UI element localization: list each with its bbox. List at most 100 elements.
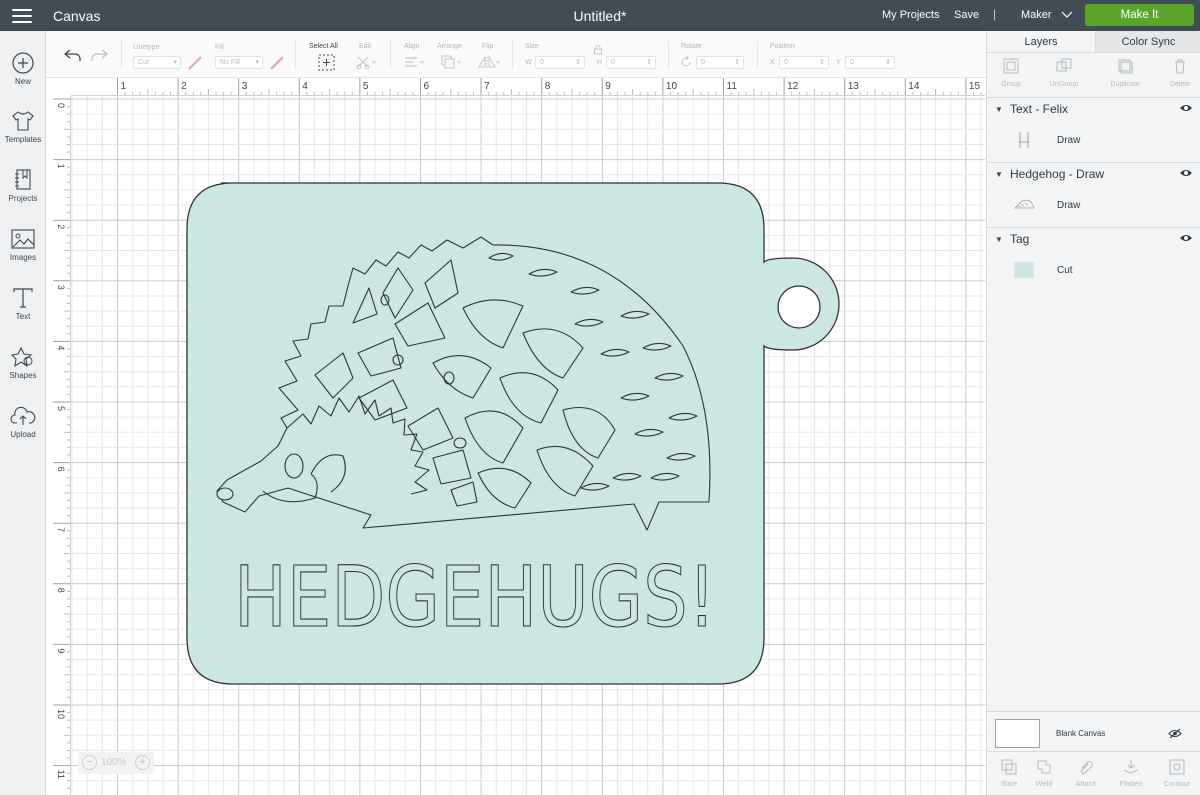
layer-group-text[interactable]: ▼ Text - Felix Draw [987, 99, 1200, 163]
machine-select[interactable]: Maker [1021, 9, 1073, 21]
nav-item-projects[interactable]: Projects [0, 168, 46, 203]
nav-item-label: New [14, 77, 31, 86]
align-icon[interactable] [404, 56, 426, 69]
ungroup-button[interactable]: UnGroup [1040, 57, 1088, 88]
eye-icon[interactable] [1179, 233, 1193, 243]
nav-item-upload[interactable]: Upload [0, 404, 46, 439]
ruler-tick-label: 1 [56, 164, 66, 169]
select-all-icon[interactable] [318, 54, 335, 71]
undo-icon[interactable] [64, 48, 82, 62]
duplicate-button[interactable]: Duplicate [1101, 57, 1149, 88]
design-text-hedgehugs[interactable]: HEDGEHUGS! [233, 547, 716, 646]
width-input[interactable]: 0 ⇕ [535, 56, 585, 69]
group-icon [1003, 58, 1019, 74]
layer-row[interactable]: Cut [987, 257, 1200, 285]
ungroup-icon [1056, 58, 1072, 72]
tag-design[interactable]: HEDGEHUGS! [53, 78, 985, 795]
nav-item-label: Upload [10, 430, 36, 439]
slice-label: Slice [1000, 779, 1018, 788]
ruler-corner [53, 78, 71, 96]
fill-color-swatch[interactable] [269, 55, 285, 71]
flatten-button[interactable]: Flatten [1109, 758, 1153, 788]
fill-value: No Fill [220, 59, 240, 66]
layer-group-header[interactable]: ▼ Hedgehog - Draw [987, 164, 1200, 184]
eye-icon[interactable] [1179, 168, 1193, 178]
hamburger-menu-icon[interactable] [12, 9, 32, 23]
edit-icon[interactable] [356, 55, 378, 70]
x-position-input[interactable]: 0 ⇕ [779, 56, 829, 69]
weld-button[interactable]: Weld [1022, 758, 1066, 788]
fill-select[interactable]: No Fill ▾ [215, 56, 263, 69]
layer-group-header[interactable]: ▼ Tag [987, 229, 1200, 249]
stepper-icon: ⇕ [575, 59, 581, 66]
edit-toolbar: Linetype Cut ▾ Fill No Fill ▾ Select All… [46, 31, 986, 78]
app-title: Canvas [53, 8, 101, 24]
delete-label: Delete [1169, 81, 1191, 88]
zoom-out-button[interactable]: − [82, 755, 97, 770]
rotate-input[interactable]: 0 ⇕ [696, 56, 744, 69]
nav-item-templates[interactable]: Templates [0, 109, 46, 144]
layer-row[interactable]: Draw [987, 192, 1200, 220]
design-canvas[interactable]: HEDGEHUGS! [53, 78, 985, 795]
layer-row[interactable]: Draw [987, 127, 1200, 155]
ruler-tick-label: 10 [666, 81, 678, 92]
ruler-tick-label: 5 [56, 406, 66, 411]
y-position-input[interactable]: 0 ⇕ [845, 56, 895, 69]
size-label: Size [525, 43, 539, 50]
ruler-tick-label: 8 [56, 588, 66, 593]
width-value: 0 [540, 59, 544, 66]
blank-canvas-row[interactable]: Blank Canvas [987, 711, 1200, 751]
nav-item-images[interactable]: Images [0, 227, 46, 262]
nav-item-text[interactable]: Text [0, 286, 46, 321]
tab-layers[interactable]: Layers [987, 31, 1095, 53]
top-separator: | [993, 7, 997, 21]
lock-icon[interactable] [593, 44, 603, 55]
linetype-color-swatch[interactable] [187, 55, 203, 71]
tshirt-icon [12, 111, 34, 131]
height-label: H [597, 59, 603, 66]
caret-down-icon[interactable]: ▼ [995, 170, 1003, 179]
group-button[interactable]: Group [987, 57, 1035, 88]
linetype-value: Cut [138, 59, 149, 66]
eye-hidden-icon[interactable] [1168, 728, 1182, 739]
ruler-tick-label: 4 [56, 345, 66, 350]
top-bar: Canvas Untitled* My Projects Save | Make… [0, 0, 1200, 31]
nav-item-shapes[interactable]: Shapes [0, 345, 46, 380]
nav-item-label: Text [15, 312, 31, 321]
layer-group-header[interactable]: ▼ Text - Felix [987, 99, 1200, 119]
save-button[interactable]: Save [954, 9, 979, 21]
blank-canvas-label: Blank Canvas [1056, 729, 1106, 738]
projects-icon [15, 169, 31, 190]
redo-icon[interactable] [90, 48, 108, 62]
my-projects-link[interactable]: My Projects [882, 9, 939, 21]
attach-button[interactable]: Attach [1064, 758, 1108, 788]
flip-icon[interactable] [477, 55, 501, 70]
delete-button[interactable]: Delete [1156, 57, 1200, 88]
ruler-tick-label: 1 [121, 81, 127, 92]
caret-down-icon[interactable]: ▼ [995, 235, 1003, 244]
make-it-button[interactable]: Make It [1085, 4, 1194, 26]
arrange-icon[interactable] [441, 55, 463, 70]
tab-color-sync[interactable]: Color Sync [1095, 31, 1200, 53]
layer-group-tag[interactable]: ▼ Tag Cut [987, 229, 1200, 293]
eye-icon[interactable] [1179, 103, 1193, 113]
width-label: W [525, 59, 532, 66]
contour-button[interactable]: Contour [1155, 758, 1199, 788]
caret-down-icon[interactable]: ▼ [995, 105, 1003, 114]
layer-group-hedgehog[interactable]: ▼ Hedgehog - Draw Draw [987, 164, 1200, 228]
linetype-select[interactable]: Cut ▾ [133, 56, 181, 69]
paperclip-icon [1080, 761, 1093, 775]
ruler-tick-label: 10 [56, 709, 66, 719]
blank-canvas-swatch[interactable] [995, 719, 1040, 748]
zoom-level: 100% [101, 757, 127, 768]
zoom-in-button[interactable]: + [135, 755, 150, 770]
x-value: 0 [784, 59, 788, 66]
height-input[interactable]: 0 ⇕ [606, 56, 656, 69]
nav-item-new[interactable]: New [0, 51, 46, 86]
stepper-icon: ⇕ [646, 59, 652, 66]
duplicate-label: Duplicate [1110, 81, 1140, 88]
vertical-ruler: 0 1 2 3 4 5 6 7 8 9 10 11 [53, 78, 71, 795]
stepper-icon: ⇕ [819, 59, 825, 66]
caret-down-icon: ▾ [173, 59, 177, 66]
image-icon [11, 229, 35, 249]
